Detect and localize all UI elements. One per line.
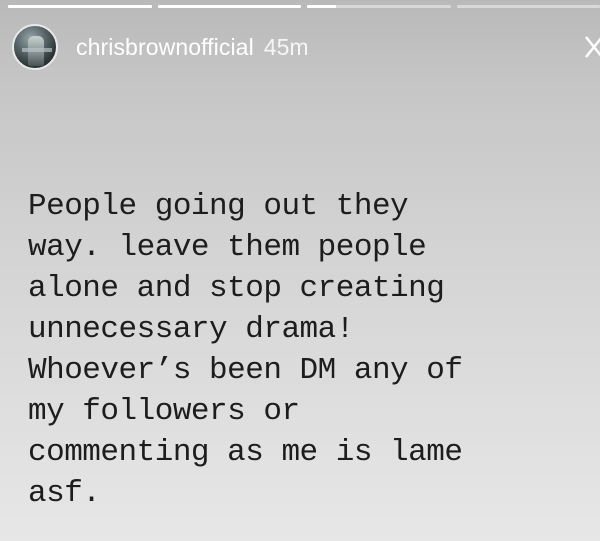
progress-segment-4 xyxy=(456,5,600,8)
progress-segment-3 xyxy=(307,5,451,8)
close-icon[interactable] xyxy=(584,34,600,60)
story-text-line: commenting as me is lame xyxy=(28,435,463,470)
story-text-line: People going out they xyxy=(28,189,409,224)
profile-avatar[interactable] xyxy=(12,24,58,70)
story-text-line: unnecessary drama! xyxy=(28,312,354,347)
story-text-line: alone and stop creating xyxy=(28,271,445,306)
progress-segment-1 xyxy=(8,5,152,8)
post-timestamp: 45m xyxy=(263,33,309,60)
story-progress-bars xyxy=(8,5,600,8)
progress-segment-2 xyxy=(157,5,301,8)
story-text: People going out they way. leave them pe… xyxy=(28,186,588,514)
story-text-line: Whoever’s been DM any of xyxy=(28,353,463,388)
story-text-line: asf. xyxy=(28,476,101,511)
story-text-line: my followers or xyxy=(28,394,300,429)
story-text-line: way. leave them people xyxy=(28,230,427,265)
username[interactable]: chrisbrownofficial xyxy=(76,34,254,61)
story-header: chrisbrownofficial 45m xyxy=(12,22,600,72)
